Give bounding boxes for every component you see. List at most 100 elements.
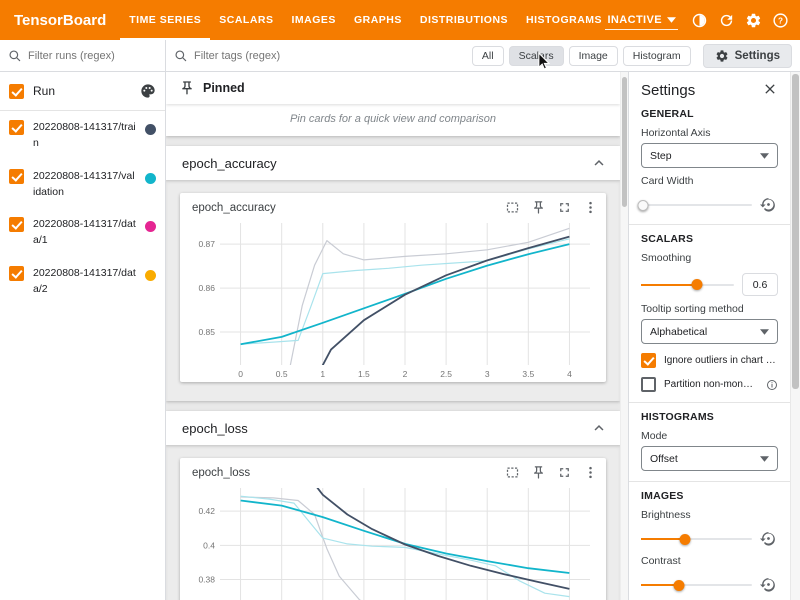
filter-runs-input[interactable] [28, 50, 157, 62]
chip-histogram[interactable]: Histogram [623, 46, 691, 66]
section-header[interactable]: epoch_loss [166, 411, 620, 445]
tab-scalars[interactable]: SCALARS [210, 0, 282, 40]
section-epoch-loss: epoch_loss epoch_loss [166, 411, 620, 600]
chip-image[interactable]: Image [569, 46, 618, 66]
filter-tags-input[interactable] [194, 50, 466, 62]
svg-text:3.5: 3.5 [522, 369, 534, 379]
scrollbar-thumb[interactable] [792, 74, 799, 389]
filter-runs-box [0, 40, 166, 71]
fit-data-icon[interactable] [505, 200, 520, 215]
tooltip-sorting-select[interactable]: Alphabetical [641, 319, 778, 344]
contrast-label: Contrast [641, 555, 778, 567]
ignore-outliers-row[interactable]: Ignore outliers in chart scaling [641, 353, 778, 368]
tooltip-sorting-label: Tooltip sorting method [641, 303, 778, 315]
smoothing-slider[interactable] [641, 284, 734, 286]
divider [629, 224, 790, 225]
runs-header-row: Run [0, 72, 165, 111]
help-button[interactable]: ? [768, 8, 792, 32]
contrast-slider[interactable] [641, 584, 752, 586]
card-actions [505, 465, 598, 480]
run-row-data-2[interactable]: 20220808-141317/data/2 [0, 257, 165, 306]
main-scrollbar[interactable] [620, 72, 628, 600]
fullscreen-icon[interactable] [557, 200, 572, 215]
epoch-loss-card: epoch_loss 00.511.522.533.540.360.380.40… [180, 458, 606, 600]
settings-panel: Settings GENERAL Horizontal Axis Step Ca… [628, 72, 790, 600]
tab-histograms[interactable]: HISTOGRAMS [517, 0, 605, 40]
svg-text:3: 3 [485, 369, 490, 379]
smoothing-label: Smoothing [641, 252, 778, 264]
partition-x-row[interactable]: Partition non-monotonic X axis [641, 377, 778, 392]
brightness-slider[interactable] [641, 538, 752, 540]
card-width-reset-button[interactable] [760, 196, 778, 214]
tab-images[interactable]: IMAGES [283, 0, 345, 40]
section-header[interactable]: epoch_accuracy [166, 146, 620, 180]
tab-graphs[interactable]: GRAPHS [345, 0, 411, 40]
chip-scalars[interactable]: Scalars [509, 46, 564, 66]
smoothing-value-input[interactable] [742, 273, 778, 296]
chevron-down-icon [667, 17, 676, 23]
pinned-block: Pinned Pin cards for a quick view and co… [166, 72, 620, 136]
slider-thumb[interactable] [638, 200, 649, 211]
run-checkbox[interactable] [9, 120, 24, 135]
help-icon: ? [772, 12, 789, 29]
run-checkbox[interactable] [9, 217, 24, 232]
refresh-button[interactable] [714, 8, 738, 32]
contrast-icon [691, 12, 708, 29]
scrollbar-thumb[interactable] [622, 77, 627, 207]
pin-icon[interactable] [531, 200, 546, 215]
images-heading: IMAGES [641, 490, 778, 502]
chevron-up-icon[interactable] [590, 154, 608, 172]
epoch-loss-chart[interactable]: 00.511.522.533.540.360.380.40.42 [182, 483, 600, 600]
select-all-runs-checkbox[interactable] [9, 84, 24, 99]
ignore-outliers-label: Ignore outliers in chart scaling [664, 355, 778, 366]
run-checkbox[interactable] [9, 266, 24, 281]
tooltip-sorting-value: Alphabetical [650, 326, 707, 338]
run-row-train[interactable]: 20220808-141317/train [0, 111, 165, 160]
section-title: epoch_loss [182, 421, 590, 436]
partition-x-checkbox[interactable] [641, 377, 656, 392]
slider-thumb[interactable] [691, 279, 702, 290]
settings-toggle-button[interactable]: Settings [703, 44, 792, 68]
chip-all[interactable]: All [472, 46, 504, 66]
card-width-slider[interactable] [641, 204, 752, 206]
brightness-reset-button[interactable] [760, 530, 778, 548]
settings-gear-button[interactable] [741, 8, 765, 32]
svg-text:0.42: 0.42 [198, 506, 215, 516]
tab-distributions[interactable]: DISTRIBUTIONS [411, 0, 517, 40]
theme-toggle-button[interactable] [687, 8, 711, 32]
card-area: epoch_accuracy 00.511.522.533.540.850.86… [166, 180, 620, 401]
settings-scrollbar[interactable] [790, 72, 800, 600]
horizontal-axis-select[interactable]: Step [641, 143, 778, 168]
card-width-label: Card Width [641, 175, 778, 187]
runs-header-label: Run [33, 84, 131, 98]
chevron-down-icon [760, 153, 769, 159]
close-settings-button[interactable] [762, 81, 778, 100]
more-options-icon[interactable] [583, 465, 598, 480]
histogram-mode-label: Mode [641, 430, 778, 442]
fit-data-icon[interactable] [505, 465, 520, 480]
fullscreen-icon[interactable] [557, 465, 572, 480]
chevron-up-icon[interactable] [590, 419, 608, 437]
svg-text:0.87: 0.87 [198, 239, 215, 249]
contrast-reset-button[interactable] [760, 576, 778, 594]
reload-status-select[interactable]: INACTIVE [605, 11, 678, 30]
run-label: 20220808-141317/validation [33, 168, 136, 201]
more-options-icon[interactable] [583, 200, 598, 215]
svg-text:1.5: 1.5 [358, 369, 370, 379]
pin-icon[interactable] [531, 465, 546, 480]
run-row-validation[interactable]: 20220808-141317/validation [0, 160, 165, 209]
body: Run 20220808-141317/train 20220808-14131… [0, 72, 800, 600]
histogram-mode-select[interactable]: Offset [641, 446, 778, 471]
epoch-accuracy-chart[interactable]: 00.511.522.533.540.850.860.87 [182, 218, 600, 382]
divider [629, 481, 790, 482]
run-checkbox[interactable] [9, 169, 24, 184]
divider [629, 402, 790, 403]
slider-thumb[interactable] [680, 534, 691, 545]
slider-thumb[interactable] [673, 580, 684, 591]
run-row-data-1[interactable]: 20220808-141317/data/1 [0, 208, 165, 257]
tab-time-series[interactable]: TIME SERIES [120, 0, 210, 40]
run-label: 20220808-141317/data/2 [33, 265, 136, 298]
search-icon [8, 49, 22, 63]
ignore-outliers-checkbox[interactable] [641, 353, 656, 368]
palette-icon[interactable] [140, 83, 156, 99]
